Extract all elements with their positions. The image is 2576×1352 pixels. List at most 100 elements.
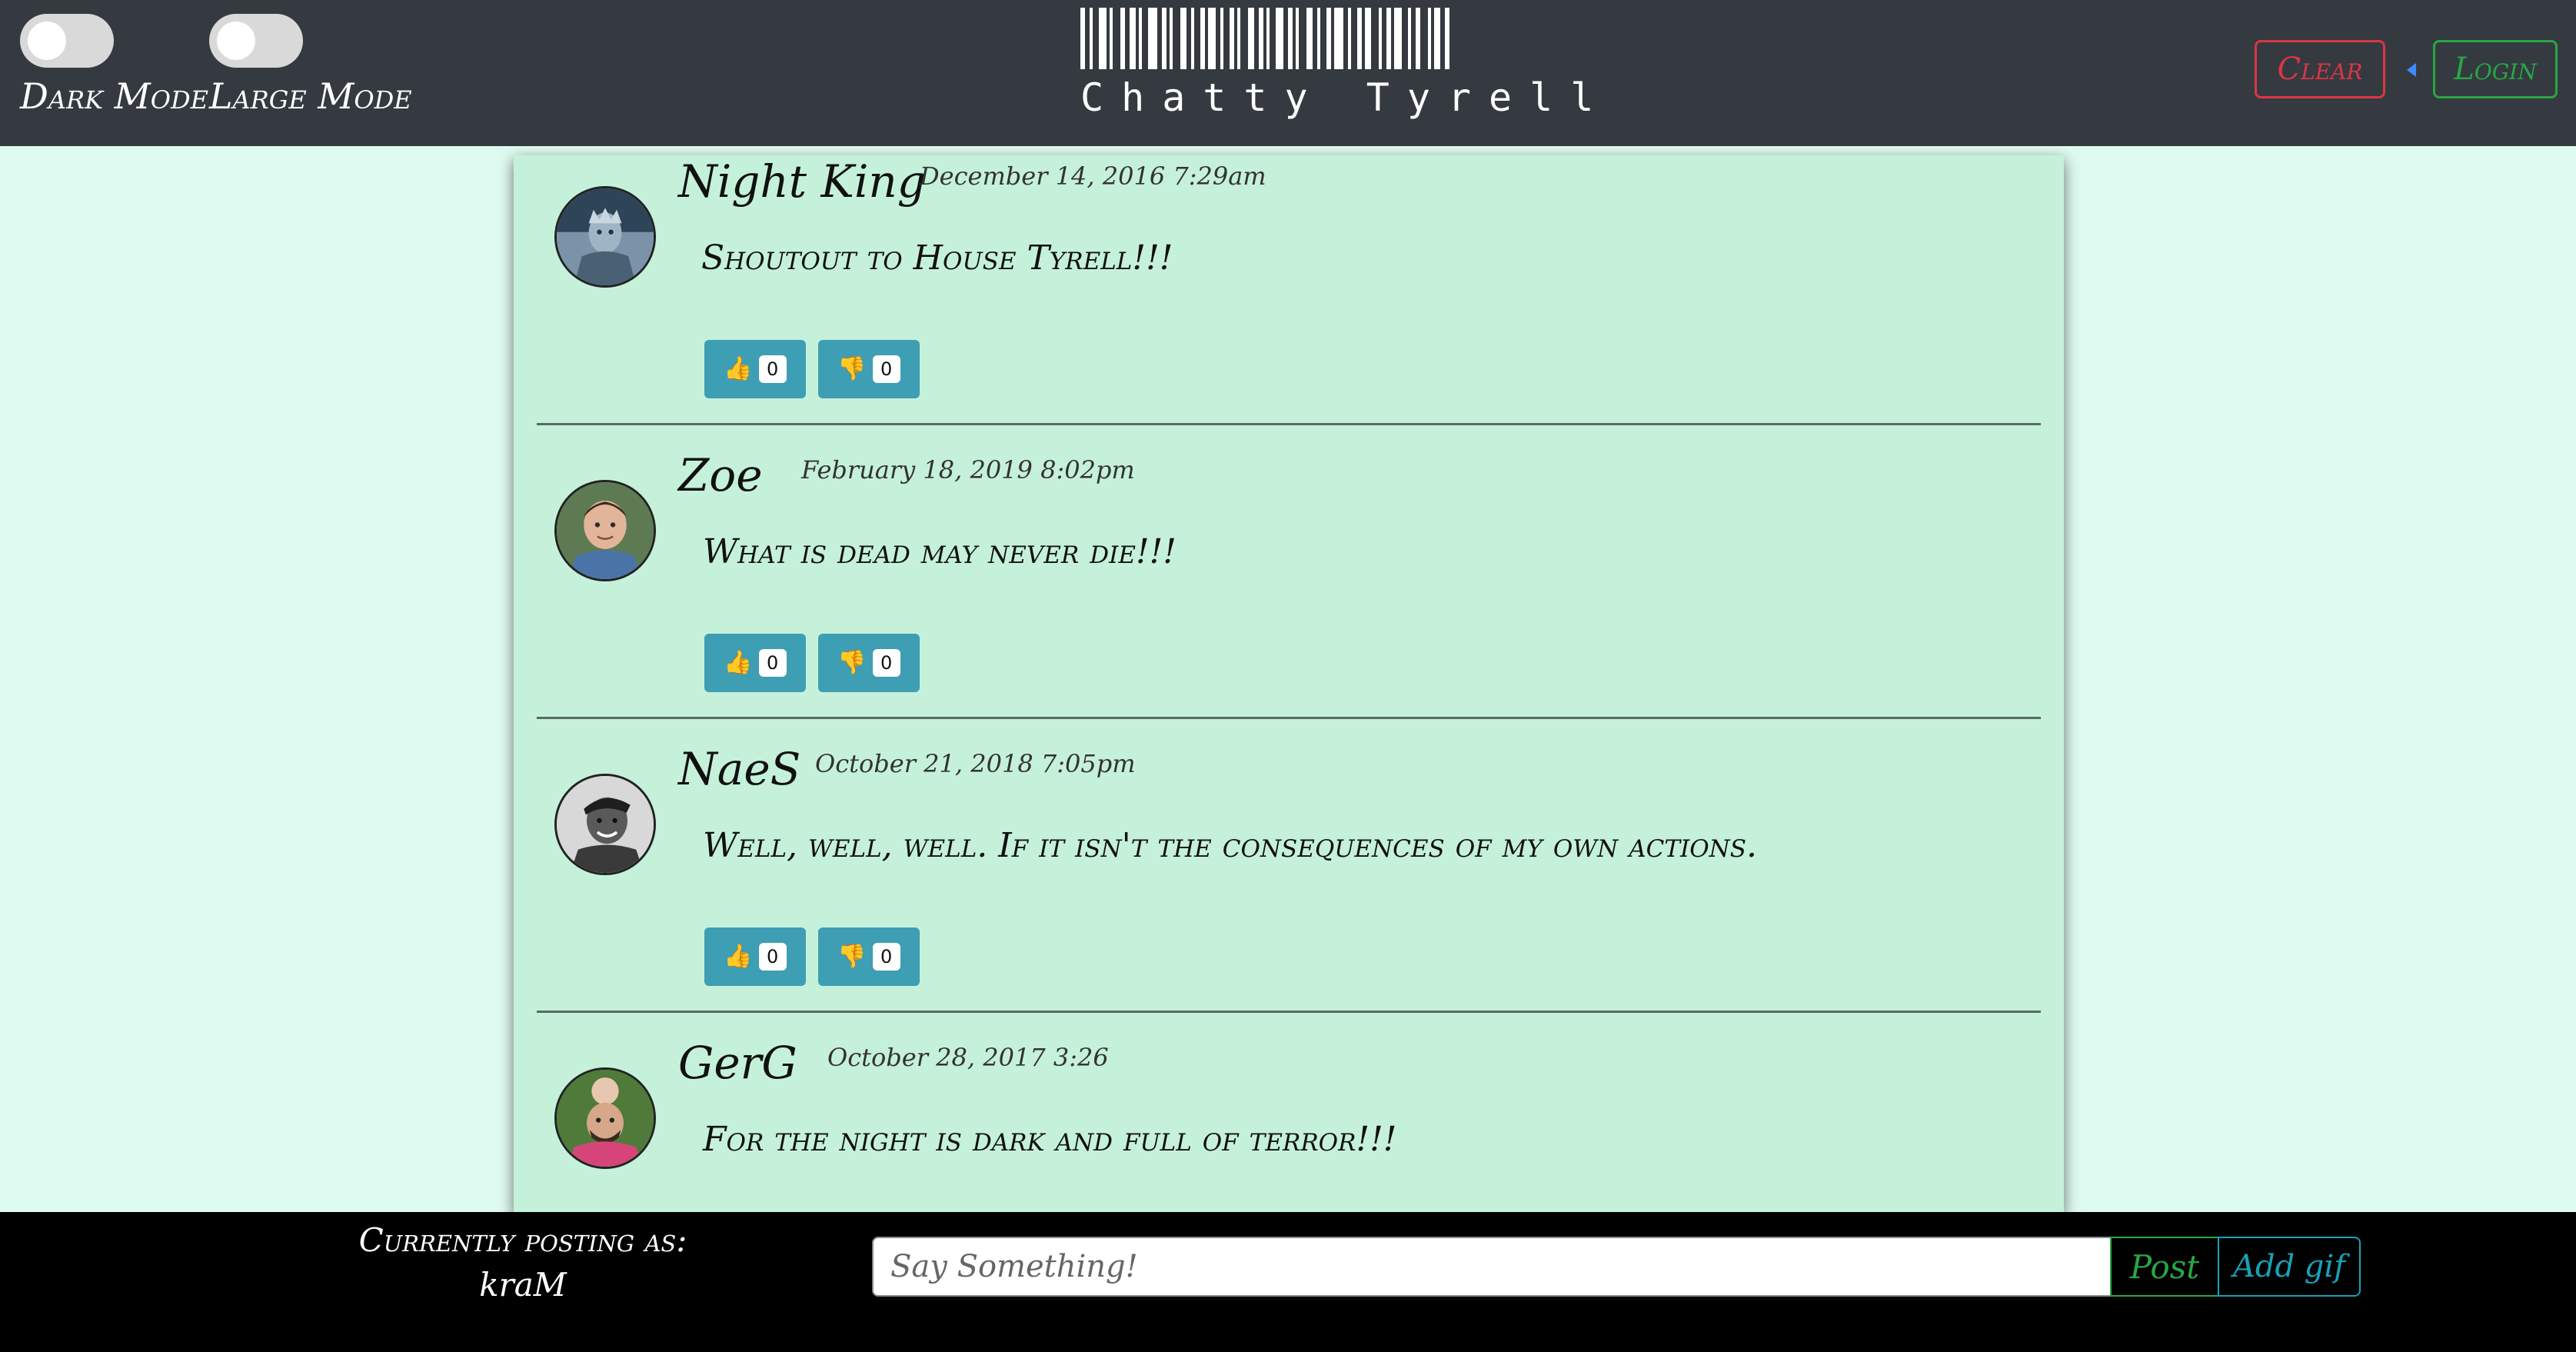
barcode-bar — [1266, 8, 1270, 69]
thumbs-down-icon: 👎 — [837, 649, 867, 676]
brand-logo: Chatty Tyrell — [1080, 8, 1612, 123]
message-author: Zoe — [678, 449, 763, 501]
barcode-bar — [1288, 8, 1293, 69]
night-king-avatar — [554, 186, 656, 288]
barcode-bar — [1317, 8, 1320, 69]
thumbs-down-button[interactable]: 👎 0 — [818, 340, 920, 398]
thumbs-up-count: 0 — [758, 943, 787, 971]
thumbs-down-count: 0 — [872, 649, 900, 677]
message-timestamp: October 28, 2017 3:26 — [827, 1043, 1109, 1072]
message-item: Night King December 14, 2016 7:29am Shou… — [514, 155, 2064, 449]
barcode-bar — [1394, 8, 1402, 69]
gerg-avatar — [554, 1067, 656, 1169]
thumbs-down-button[interactable]: 👎 0 — [818, 927, 920, 986]
barcode-icon — [1080, 8, 1549, 69]
top-navbar: Dark Mode Large Mode Chatty Tyrell Clear… — [0, 0, 2576, 146]
dark-mode-toggle[interactable] — [20, 14, 114, 68]
barcode-bar — [1386, 8, 1391, 69]
message-input[interactable] — [872, 1237, 2112, 1297]
thumbs-down-icon: 👎 — [837, 943, 867, 970]
message-divider — [537, 1011, 2041, 1013]
thumbs-up-icon: 👍 — [724, 943, 753, 970]
toggle-knob — [28, 22, 66, 60]
barcode-bar — [1248, 8, 1254, 69]
barcode-bar — [1296, 8, 1299, 69]
message-text: For the night is dark and full of terror… — [703, 1120, 1397, 1159]
thumbs-down-button[interactable]: 👎 0 — [818, 634, 920, 692]
barcode-bar — [1110, 8, 1113, 69]
large-mode-toggle[interactable] — [209, 14, 303, 68]
barcode-bar — [1139, 8, 1142, 69]
barcode-bar — [1445, 8, 1449, 69]
add-gif-button[interactable]: Add gif — [2218, 1237, 2361, 1297]
message-text: Shoutout to House Tyrell!!! — [701, 238, 1173, 278]
thumbs-up-icon: 👍 — [724, 355, 753, 382]
login-button[interactable]: Login — [2433, 40, 2558, 98]
message-feed[interactable]: Night King December 14, 2016 7:29am Shou… — [514, 155, 2064, 1214]
zoe-avatar — [554, 480, 656, 581]
dark-mode-label: Dark Mode — [20, 75, 208, 117]
dark-mode-toggle-group: Dark Mode — [20, 14, 208, 117]
message-author: NaeS — [678, 743, 801, 795]
barcode-bar — [1428, 8, 1431, 69]
message-timestamp: December 14, 2016 7:29am — [920, 162, 1266, 191]
barcode-bar — [1365, 8, 1371, 69]
barcode-bar — [1080, 8, 1085, 69]
thumbs-down-icon: 👎 — [837, 355, 867, 382]
thumbs-up-icon: 👍 — [724, 649, 753, 676]
current-username: kraM — [479, 1266, 567, 1304]
barcode-bar — [1090, 8, 1093, 69]
posting-as-label: Currently posting as: — [358, 1221, 687, 1259]
message-divider — [537, 423, 2041, 425]
thumbs-down-count: 0 — [872, 355, 900, 383]
thumbs-up-count: 0 — [758, 355, 787, 383]
barcode-bar — [1120, 8, 1125, 69]
barcode-bar — [1191, 8, 1194, 69]
message-item: GerG October 28, 2017 3:26 For the night… — [514, 1037, 2064, 1214]
barcode-bar — [1170, 8, 1173, 69]
message-divider — [537, 717, 2041, 719]
caret-left-icon — [2407, 63, 2416, 77]
message-author: Night King — [678, 155, 926, 208]
barcode-bar — [1408, 8, 1411, 69]
barcode-bar — [1259, 8, 1263, 69]
thumbs-up-button[interactable]: 👍 0 — [704, 340, 806, 398]
message-timestamp: February 18, 2019 8:02pm — [801, 455, 1135, 485]
large-mode-toggle-group: Large Mode — [209, 14, 412, 117]
clear-button[interactable]: Clear — [2255, 40, 2385, 98]
barcode-bar — [1220, 8, 1223, 69]
barcode-bar — [1230, 8, 1234, 69]
barcode-bar — [1326, 8, 1331, 69]
barcode-bar — [1276, 8, 1283, 69]
thumbs-up-button[interactable]: 👍 0 — [704, 927, 806, 986]
toggle-knob — [217, 22, 255, 60]
app-title: Chatty Tyrell — [1080, 75, 1612, 120]
large-mode-label: Large Mode — [209, 75, 412, 117]
barcode-bar — [1416, 8, 1420, 69]
message-item: Zoe February 18, 2019 8:02pm What is dea… — [514, 449, 2064, 743]
barcode-bar — [1099, 8, 1107, 69]
barcode-bar — [1162, 8, 1167, 69]
barcode-bar — [1334, 8, 1343, 69]
barcode-bar — [1306, 8, 1313, 69]
barcode-bar — [1237, 8, 1240, 69]
barcode-bar — [1208, 8, 1216, 69]
message-text: What is dead may never die!!! — [703, 532, 1177, 571]
barcode-bar — [1348, 8, 1351, 69]
post-button[interactable]: Post — [2110, 1237, 2219, 1297]
thumbs-up-count: 0 — [758, 649, 787, 677]
barcode-bar — [1434, 8, 1440, 69]
message-timestamp: October 21, 2018 7:05pm — [815, 749, 1136, 778]
barcode-bar — [1200, 8, 1205, 69]
compose-footer: Currently posting as: kraM Post Add gif — [0, 1212, 2576, 1352]
thumbs-down-count: 0 — [872, 943, 900, 971]
barcode-bar — [1130, 8, 1136, 69]
barcode-bar — [1357, 8, 1362, 69]
message-item: NaeS October 21, 2018 7:05pm Well, well,… — [514, 743, 2064, 1037]
message-text: Well, well, well. If it isn't the conseq… — [703, 826, 1758, 865]
barcode-bar — [1148, 8, 1157, 69]
barcode-bar — [1180, 8, 1186, 69]
naes-avatar — [554, 774, 656, 875]
barcode-bar — [1379, 8, 1382, 69]
thumbs-up-button[interactable]: 👍 0 — [704, 634, 806, 692]
